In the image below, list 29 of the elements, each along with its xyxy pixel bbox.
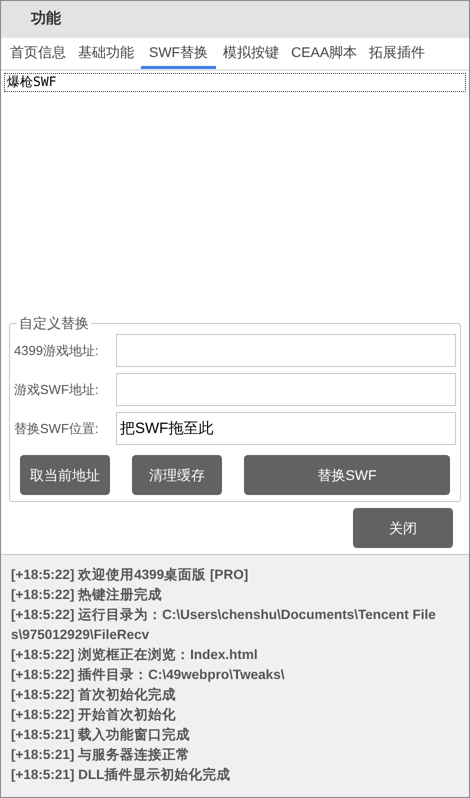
list-item[interactable]: 爆枪SWF — [4, 73, 466, 92]
input-field[interactable]: 把SWF拖至此 — [116, 412, 456, 445]
log-line: [+18:5:22] 浏览框正在浏览：Index.html — [11, 646, 259, 664]
close-button[interactable]: 关闭 — [353, 508, 453, 548]
window-title: 功能 — [31, 9, 61, 30]
group-title: 自定义替换 — [18, 314, 90, 333]
log-line: [+18:5:22] 热键注册完成 — [11, 586, 164, 604]
tab[interactable]: 拓展插件 — [364, 38, 430, 69]
input-field[interactable] — [116, 334, 456, 367]
input-field[interactable] — [116, 373, 456, 406]
field-label: 替换SWF位置: — [14, 420, 100, 438]
tab[interactable]: 基础功能 — [73, 38, 139, 69]
log-line: [+18:5:22] 插件目录：C:\49webpro\Tweaks\ — [11, 666, 286, 684]
log-line: [+18:5:22] 开始首次初始化 — [11, 706, 178, 724]
action-button[interactable]: 清理缓存 — [132, 455, 222, 495]
log-line: [+18:5:22] 首次初始化完成 — [11, 686, 178, 704]
log-line: [+18:5:22] 欢迎使用4399桌面版 [PRO] — [11, 566, 250, 584]
field-label: 4399游戏地址: — [14, 342, 100, 360]
log-line: [+18:5:21] 载入功能窗口完成 — [11, 726, 192, 744]
action-button[interactable]: 取当前地址 — [20, 455, 110, 495]
log-line: [+18:5:21] DLL插件显示初始化完成 — [11, 766, 232, 784]
tab[interactable]: SWF替换 — [141, 38, 216, 69]
log-line: [+18:5:21] 与服务器连接正常 — [11, 746, 192, 764]
field-label: 游戏SWF地址: — [14, 380, 100, 399]
action-button[interactable]: 替换SWF — [244, 455, 450, 495]
log-line: [+18:5:22] 运行目录为：C:\Users\chenshu\Documents\Tencent Files\975012929\FileRecv — [11, 606, 437, 644]
tab[interactable]: 模拟按键 — [218, 38, 284, 69]
tab[interactable]: 首页信息 — [5, 38, 71, 69]
tab[interactable]: CEAA脚本 — [286, 38, 362, 69]
